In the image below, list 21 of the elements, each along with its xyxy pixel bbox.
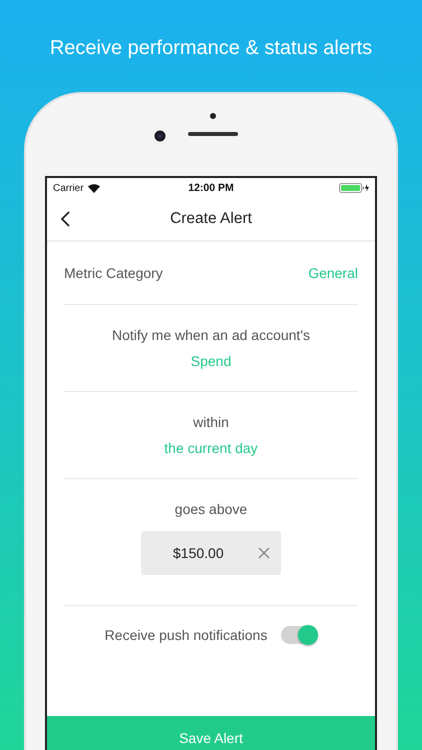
save-button[interactable]: Save Alert bbox=[47, 716, 375, 750]
metric-category-label: Metric Category bbox=[64, 265, 163, 281]
sensor-icon bbox=[210, 113, 216, 119]
carrier-label: Carrier bbox=[53, 182, 84, 194]
condition-prompt: within bbox=[193, 414, 229, 430]
status-time: 12:00 PM bbox=[188, 182, 234, 194]
condition-prompt: Notify me when an ad account's bbox=[112, 327, 310, 343]
push-toggle[interactable] bbox=[281, 626, 318, 644]
speaker-icon bbox=[188, 132, 238, 136]
condition-value[interactable]: the current day bbox=[164, 440, 258, 456]
battery-icon bbox=[339, 183, 369, 193]
amount-field[interactable]: $150.00 bbox=[141, 531, 281, 575]
clear-icon[interactable] bbox=[257, 546, 271, 560]
condition-value[interactable]: Spend bbox=[190, 353, 232, 369]
metric-category-value[interactable]: General bbox=[308, 265, 358, 281]
threshold-prompt: goes above bbox=[174, 501, 248, 517]
push-notifications-label: Receive push notifications bbox=[104, 627, 268, 643]
wifi-icon bbox=[88, 184, 100, 192]
camera-icon bbox=[154, 130, 166, 142]
headline: Receive performance & status alerts bbox=[50, 36, 372, 60]
screen-title: Create Alert bbox=[170, 210, 252, 228]
